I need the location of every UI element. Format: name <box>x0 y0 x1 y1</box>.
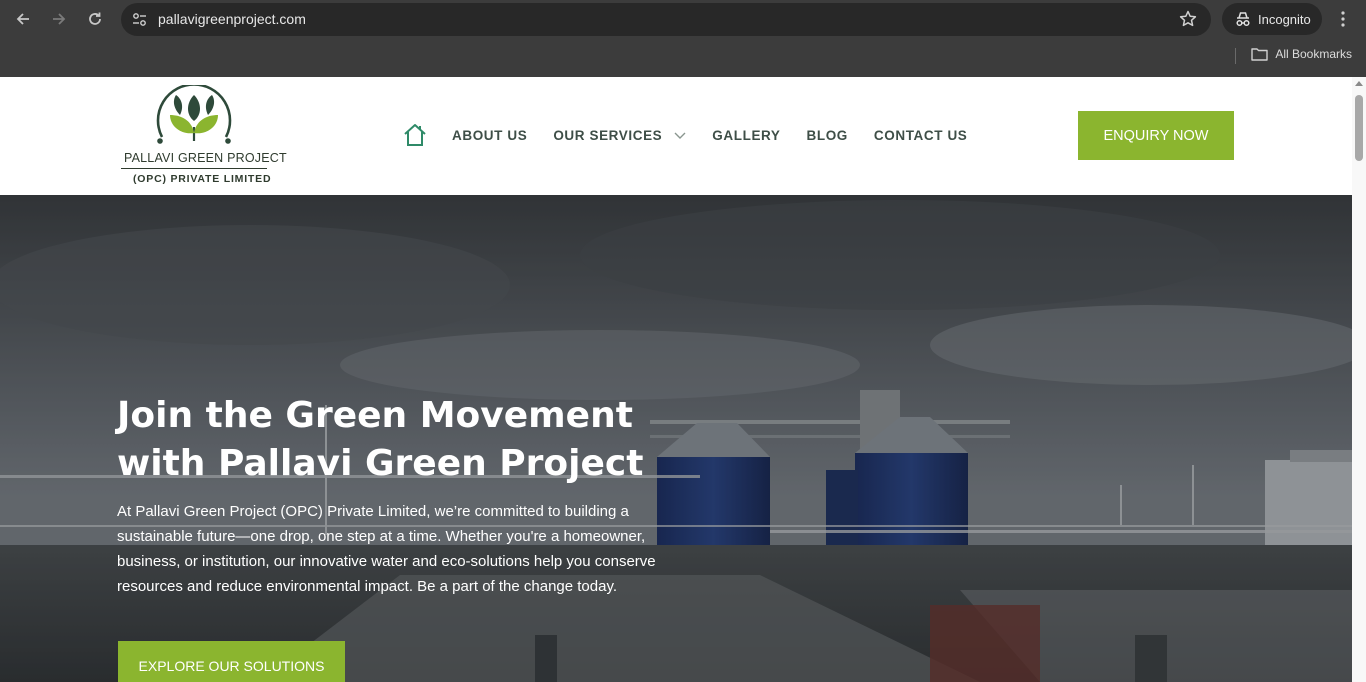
nav-blog[interactable]: BLOG <box>807 128 848 143</box>
web-page: PALLAVI GREEN PROJECT (OPC) PRIVATE LIMI… <box>0 77 1352 682</box>
bookmark-star-icon[interactable] <box>1178 9 1198 29</box>
url-text[interactable]: pallavigreenproject.com <box>158 11 306 27</box>
incognito-label: Incognito <box>1258 11 1311 27</box>
hero-title: Join the Green Movement with Pallavi Gre… <box>117 392 677 488</box>
home-icon[interactable] <box>402 123 428 147</box>
logo-company-name: PALLAVI GREEN PROJECT <box>124 151 287 165</box>
incognito-icon <box>1236 12 1250 27</box>
browser-chrome: pallavigreenproject.com Incognito All Bo… <box>0 0 1366 77</box>
hero-title-line1: Join the Green Movement <box>117 395 633 436</box>
main-nav: ABOUT US OUR SERVICES GALLERY BLOG CONTA… <box>402 121 993 149</box>
nav-gallery-label: GALLERY <box>712 127 781 143</box>
nav-about-us-label: ABOUT US <box>452 127 528 143</box>
leaf-logo-icon <box>156 85 232 144</box>
back-arrow-icon[interactable] <box>11 7 35 31</box>
more-menu-icon[interactable] <box>1333 9 1353 29</box>
incognito-badge[interactable]: Incognito <box>1222 3 1322 35</box>
logo-divider <box>121 168 267 169</box>
scroll-thumb[interactable] <box>1355 95 1363 161</box>
reload-icon[interactable] <box>83 7 107 31</box>
nav-gallery[interactable]: GALLERY <box>712 128 780 143</box>
chevron-down-icon <box>674 132 686 139</box>
forward-arrow-icon[interactable] <box>47 7 71 31</box>
enquiry-now-button[interactable]: ENQUIRY NOW <box>1078 111 1234 160</box>
folder-icon <box>1251 48 1269 61</box>
address-bar[interactable]: pallavigreenproject.com <box>121 3 1211 36</box>
site-logo[interactable]: PALLAVI GREEN PROJECT (OPC) PRIVATE LIMI… <box>118 85 287 189</box>
hero-section: Join the Green Movement with Pallavi Gre… <box>0 195 1352 682</box>
scroll-up-arrow-icon[interactable] <box>1355 81 1363 86</box>
logo-company-suffix: (OPC) PRIVATE LIMITED <box>133 173 272 185</box>
nav-blog-label: BLOG <box>806 127 848 143</box>
all-bookmarks-label: All Bookmarks <box>1275 47 1352 61</box>
page-scrollbar[interactable] <box>1352 77 1366 682</box>
site-header: PALLAVI GREEN PROJECT (OPC) PRIVATE LIMI… <box>0 77 1352 195</box>
hero-title-line2: with Pallavi Green Project <box>117 443 644 484</box>
explore-solutions-button[interactable]: EXPLORE OUR SOLUTIONS <box>118 641 345 682</box>
browser-toolbar: pallavigreenproject.com Incognito <box>0 0 1366 38</box>
nav-our-services-label: OUR SERVICES <box>553 127 663 143</box>
nav-about-us[interactable]: ABOUT US <box>452 128 527 143</box>
nav-contact-us-label: CONTACT US <box>873 127 968 143</box>
nav-our-services[interactable]: OUR SERVICES <box>553 128 686 143</box>
all-bookmarks-button[interactable]: All Bookmarks <box>1251 47 1352 61</box>
nav-contact-us[interactable]: CONTACT US <box>874 128 968 143</box>
site-info-icon[interactable] <box>131 11 148 28</box>
hero-description: At Pallavi Green Project (OPC) Private L… <box>117 503 656 595</box>
bookmarks-divider <box>1235 48 1236 64</box>
